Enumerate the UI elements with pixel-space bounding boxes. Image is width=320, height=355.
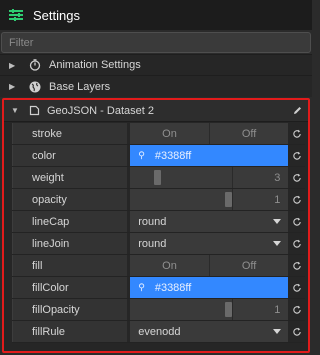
property-label: fillRule — [12, 321, 128, 342]
property-row-fillOpacity: fillOpacity 1 — [12, 299, 305, 321]
globe-icon — [27, 79, 43, 95]
filter-input[interactable] — [1, 32, 311, 53]
off-option[interactable]: Off — [208, 123, 289, 144]
reset-icon[interactable] — [288, 145, 305, 166]
slider-track[interactable] — [130, 299, 234, 320]
reset-icon[interactable] — [288, 255, 305, 276]
reset-icon[interactable] — [288, 299, 305, 320]
toggle-fill: On Off — [130, 255, 289, 276]
property-label: opacity — [12, 189, 128, 210]
dropdown[interactable]: round — [130, 211, 289, 232]
toggle-stroke: On Off — [130, 123, 289, 144]
settings-header: Settings — [0, 0, 312, 30]
color-value: #3388ff — [154, 149, 192, 162]
stopwatch-icon — [27, 57, 43, 73]
eyedropper-icon: ⚲ — [138, 282, 145, 292]
sliders-icon — [8, 7, 24, 23]
on-off-toggle: On Off — [130, 123, 289, 144]
pencil-icon[interactable] — [286, 105, 308, 116]
page-title: Settings — [33, 7, 80, 23]
section-label: Base Layers — [49, 80, 111, 93]
property-row-weight: weight 3 — [12, 167, 305, 189]
property-row-opacity: opacity 1 — [12, 189, 305, 211]
color-picker[interactable]: ⚲ #3388ff — [130, 277, 289, 298]
slider-track[interactable] — [130, 167, 234, 188]
property-label: fill — [12, 255, 128, 276]
property-label: fillOpacity — [12, 299, 128, 320]
property-label: weight — [12, 167, 128, 188]
slider-thumb[interactable] — [225, 192, 233, 207]
section-base-layers[interactable]: ▶ Base Layers — [0, 75, 312, 97]
property-row-color: color ⚲ #3388ff — [12, 145, 305, 167]
range-slider: 1 — [130, 189, 289, 210]
property-row-fillColor: fillColor ⚲ #3388ff — [12, 277, 305, 299]
color-value: #3388ff — [154, 281, 192, 294]
slider-fillOpacity: 1 — [130, 299, 289, 320]
slider-opacity: 1 — [130, 189, 289, 210]
chevron-down-icon: ▼ — [11, 106, 19, 115]
selected-value: round — [138, 237, 167, 250]
geojson-dataset-panel: ▼ GeoJSON - Dataset 2 stroke On Off color ⚲ #… — [2, 98, 310, 353]
property-label: color — [12, 145, 128, 166]
slider-value[interactable]: 3 — [233, 167, 288, 188]
slider-value[interactable]: 1 — [233, 299, 288, 320]
slider-thumb[interactable] — [225, 302, 233, 317]
chevron-right-icon: ▶ — [9, 82, 16, 91]
on-option[interactable]: On — [130, 255, 209, 276]
reset-icon[interactable] — [288, 211, 305, 232]
on-option[interactable]: On — [130, 123, 209, 144]
range-slider: 3 — [130, 167, 289, 188]
slider-thumb[interactable] — [153, 170, 161, 185]
property-row-lineCap: lineCap round — [12, 211, 305, 233]
slider-weight: 3 — [130, 167, 289, 188]
chevron-right-icon: ▶ — [9, 60, 16, 70]
shape-icon — [27, 104, 41, 118]
property-row-lineJoin: lineJoin round — [12, 233, 305, 255]
selected-value: round — [138, 215, 167, 228]
eyedropper-icon: ⚲ — [138, 150, 145, 160]
on-off-toggle: On Off — [130, 255, 289, 276]
property-label: lineJoin — [12, 233, 128, 254]
caret-down-icon — [266, 329, 288, 334]
panel-header[interactable]: ▼ GeoJSON - Dataset 2 — [4, 100, 308, 122]
reset-icon[interactable] — [288, 321, 305, 342]
dropdown[interactable]: evenodd — [130, 321, 289, 342]
panel-title: GeoJSON - Dataset 2 — [47, 104, 154, 117]
color-picker[interactable]: ⚲ #3388ff — [130, 145, 289, 166]
property-label: fillColor — [12, 277, 128, 298]
select-fillRule: evenodd — [130, 321, 289, 342]
slider-value[interactable]: 1 — [233, 189, 288, 210]
reset-icon[interactable] — [288, 167, 305, 188]
caret-down-icon — [266, 219, 288, 224]
property-label: lineCap — [12, 211, 128, 232]
property-row-fill: fill On Off — [12, 255, 305, 277]
reset-icon[interactable] — [288, 123, 305, 144]
slider-track[interactable] — [130, 189, 234, 210]
reset-icon[interactable] — [288, 233, 305, 254]
property-row-stroke: stroke On Off — [12, 123, 305, 145]
property-rows: stroke On Off color ⚲ #3388ff weight 3 opacity 1 l… — [4, 122, 308, 343]
range-slider: 1 — [130, 299, 289, 320]
dropdown[interactable]: round — [130, 233, 289, 254]
reset-icon[interactable] — [288, 189, 305, 210]
property-row-fillRule: fillRule evenodd — [12, 321, 305, 343]
section-animation-settings[interactable]: ▶ Animation Settings — [0, 54, 312, 75]
selected-value: evenodd — [138, 325, 181, 338]
color-field-fillColor: ⚲ #3388ff — [130, 277, 289, 298]
off-option[interactable]: Off — [208, 255, 289, 276]
select-lineJoin: round — [130, 233, 289, 254]
color-field-color: ⚲ #3388ff — [130, 145, 289, 166]
reset-icon[interactable] — [288, 277, 305, 298]
property-label: stroke — [12, 123, 128, 144]
select-lineCap: round — [130, 211, 289, 232]
caret-down-icon — [266, 241, 288, 246]
section-label: Animation Settings — [49, 59, 141, 71]
